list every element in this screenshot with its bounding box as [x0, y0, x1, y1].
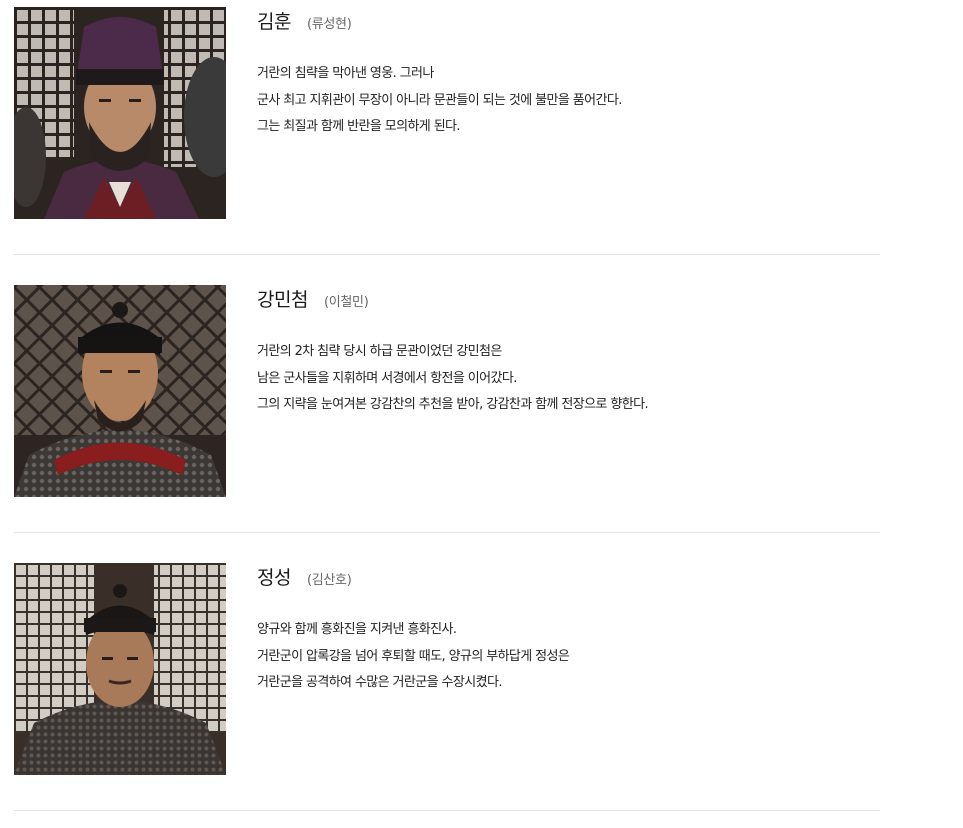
description-line: 거란의 침략을 막아낸 영웅. 그러나 — [257, 66, 434, 81]
character-name: 김훈 — [257, 11, 291, 33]
character-name: 정성 — [257, 567, 291, 589]
description-line: 거란의 2차 침략 당시 하급 문관이었던 강민첨은 — [257, 344, 502, 359]
cast-item: 정성 (김산호) 양규와 함께 흥화진을 지켜낸 흥화진사. 거란군이 압록강을… — [14, 563, 880, 811]
description: 양규와 함께 흥화진을 지켜낸 흥화진사. 거란군이 압록강을 넘어 후퇴할 때… — [257, 617, 880, 697]
actor-name: (이철민) — [323, 295, 369, 310]
description-line: 군사 최고 지휘관이 무장이 아니라 문관들이 되는 것에 불만을 품어간다. — [257, 92, 622, 108]
actor-name: (류성현) — [306, 17, 352, 32]
cast-info: 강민첨 (이철민) 거란의 2차 침략 당시 하급 문관이었던 강민첨은 남은 … — [257, 285, 880, 419]
description-line: 양규와 함께 흥화진을 지켜낸 흥화진사. — [257, 622, 457, 637]
description: 거란의 침략을 막아낸 영웅. 그러나 군사 최고 지휘관이 무장이 아니라 문… — [257, 61, 880, 141]
portrait-image — [14, 7, 226, 219]
description-line: 남은 군사들을 지휘하며 서경에서 항전을 이어갔다. — [257, 370, 517, 386]
character-name: 강민첨 — [257, 289, 308, 311]
cast-item: 강민첨 (이철민) 거란의 2차 침략 당시 하급 문관이었던 강민첨은 남은 … — [14, 285, 880, 533]
description-line: 그의 지략을 눈여겨본 강감찬의 추천을 받아, 강감찬과 함께 전장으로 향한… — [257, 397, 649, 412]
portrait-image — [14, 285, 226, 497]
actor-name: (김산호) — [306, 573, 352, 588]
portrait-image — [14, 563, 226, 775]
name-row: 강민첨 (이철민) — [257, 285, 880, 315]
cast-info: 정성 (김산호) 양규와 함께 흥화진을 지켜낸 흥화진사. 거란군이 압록강을… — [257, 563, 880, 697]
description: 거란의 2차 침략 당시 하급 문관이었던 강민첨은 남은 군사들을 지휘하며 … — [257, 339, 880, 419]
description-line: 거란군이 압록강을 넘어 후퇴할 때도, 양규의 부하답게 정성은 — [257, 648, 570, 664]
description-line: 그는 최질과 함께 반란을 모의하게 된다. — [257, 119, 461, 134]
name-row: 정성 (김산호) — [257, 563, 880, 593]
name-row: 김훈 (류성현) — [257, 7, 880, 37]
description-line: 거란군을 공격하여 수많은 거란군을 수장시켰다. — [257, 675, 502, 690]
cast-info: 김훈 (류성현) 거란의 침략을 막아낸 영웅. 그러나 군사 최고 지휘관이 … — [257, 7, 880, 141]
cast-list: 김훈 (류성현) 거란의 침략을 막아낸 영웅. 그러나 군사 최고 지휘관이 … — [14, 7, 880, 811]
cast-item: 김훈 (류성현) 거란의 침략을 막아낸 영웅. 그러나 군사 최고 지휘관이 … — [14, 7, 880, 255]
